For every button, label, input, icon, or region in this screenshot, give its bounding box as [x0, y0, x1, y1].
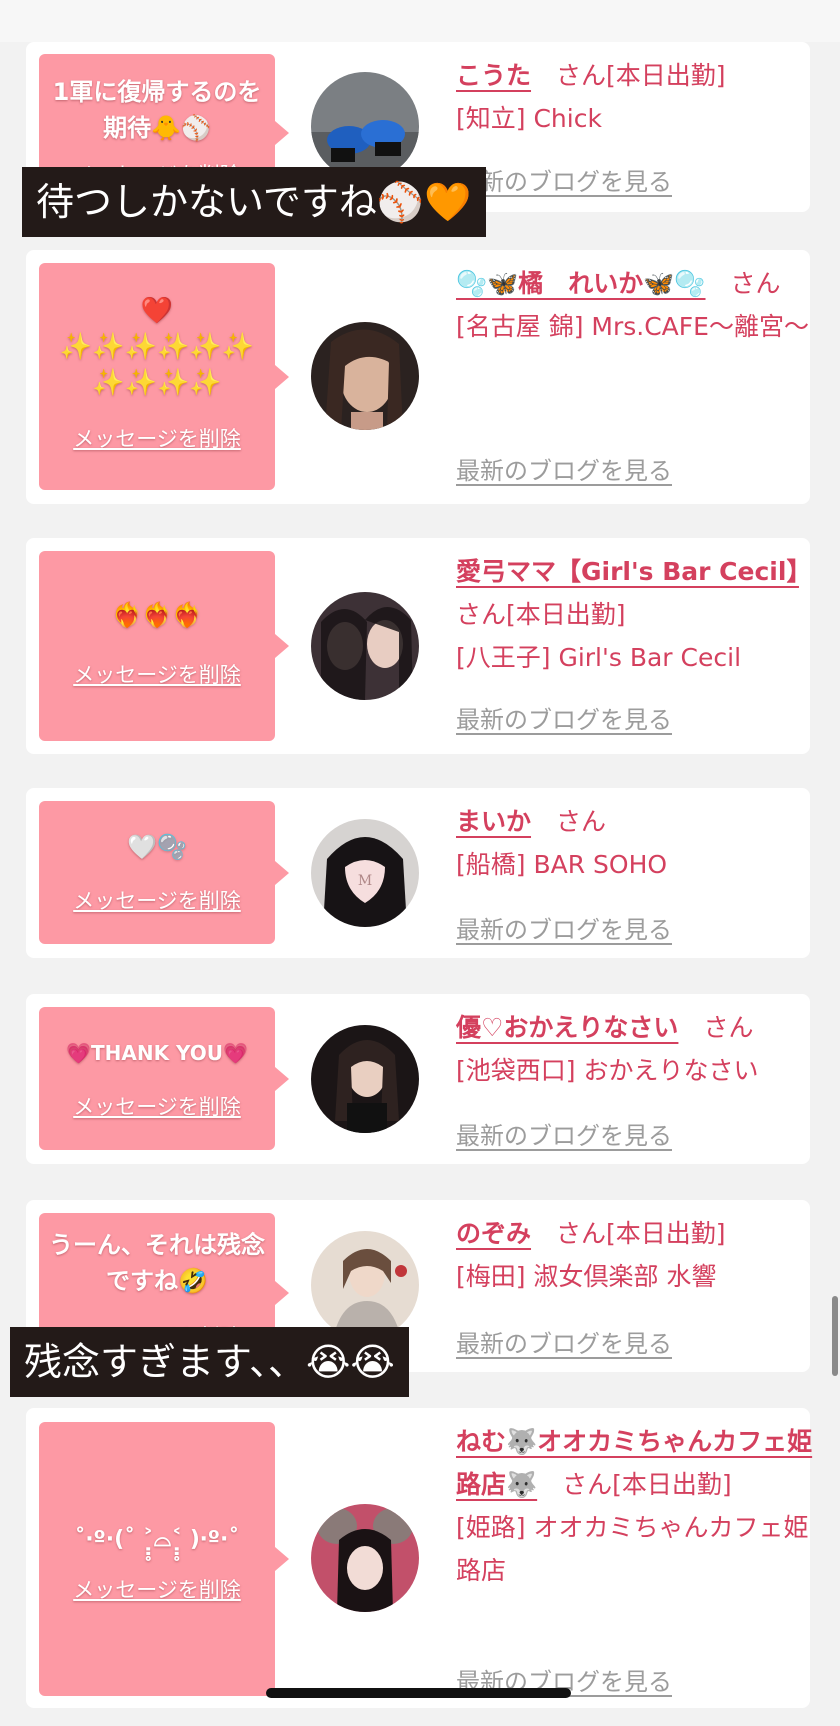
latest-blog-link[interactable]: 最新のブログを見る	[456, 1324, 672, 1359]
honorific: さん	[556, 807, 607, 836]
avatar[interactable]	[311, 72, 419, 180]
message-line: ✨✨✨✨✨✨	[59, 332, 255, 362]
message-card: ❤️‍🔥❤️‍🔥❤️‍🔥 メッセージを削除 愛弓ママ【Girl's Bar Ce…	[26, 538, 810, 754]
shop-name: [名古屋 錦] Mrs.CAFE～離宮～	[456, 312, 809, 341]
cast-info: 🫧🦋橘 れいか🦋🫧 さん [名古屋 錦] Mrs.CAFE～離宮～	[456, 262, 824, 348]
message-card: 💗THANK YOU💗 メッセージを削除 優♡おかえりなさい さん [池袋西口]…	[26, 994, 810, 1164]
cast-info: 愛弓ママ【Girl's Bar Cecil】 さん[本日出勤] [八王子] Gi…	[456, 550, 824, 679]
shop-name: [梅田] 淑女倶楽部 水響	[456, 1262, 717, 1291]
shop-name: [知立] Chick	[456, 104, 602, 133]
latest-blog-link[interactable]: 最新のブログを見る	[456, 1116, 672, 1151]
avatar[interactable]	[311, 1025, 419, 1133]
latest-blog-link[interactable]: 最新のブログを見る	[456, 451, 672, 486]
latest-blog-link[interactable]: 最新のブログを見る	[456, 162, 672, 197]
message-bubble: ❤️ ✨✨✨✨✨✨ ✨✨✨✨ メッセージを削除	[39, 263, 289, 490]
avatar[interactable]	[311, 592, 419, 700]
message-card: 🤍🫧 メッセージを削除 M まいか さん [船橋] BAR SOHO 最新のブロ…	[26, 788, 810, 958]
cast-name-link[interactable]: こうた	[456, 61, 531, 90]
avatar[interactable]	[311, 1504, 419, 1612]
message-card: ❤️ ✨✨✨✨✨✨ ✨✨✨✨ メッセージを削除 🫧🦋橘 れいか🦋🫧 さん [名古…	[26, 250, 810, 504]
message-text: 🤍🫧	[127, 833, 187, 861]
cast-name-link[interactable]: 愛弓ママ【Girl's Bar Cecil】	[456, 557, 799, 586]
message-bubble: ❤️‍🔥❤️‍🔥❤️‍🔥 メッセージを削除	[39, 551, 289, 741]
working-today-badge: [本日出勤]	[606, 1219, 726, 1248]
honorific: さん	[562, 1470, 613, 1499]
shop-name: [姫路] オオカミちゃんカフェ姫路店	[456, 1513, 809, 1585]
message-text: 1軍に復帰するのを期待🐥⚾️	[52, 78, 262, 142]
delete-message-link[interactable]: メッセージを削除	[39, 659, 275, 689]
message-line: ❤️	[140, 296, 174, 326]
delete-message-link[interactable]: メッセージを削除	[39, 1091, 275, 1121]
home-indicator[interactable]	[266, 1688, 571, 1698]
cast-info: 優♡おかえりなさい さん [池袋西口] おかえりなさい	[456, 1006, 824, 1092]
honorific: さん	[556, 61, 607, 90]
honorific: さん	[730, 269, 781, 298]
message-bubble: 💗THANK YOU💗 メッセージを削除	[39, 1007, 289, 1150]
delete-message-link[interactable]: メッセージを削除	[39, 423, 275, 453]
latest-blog-link[interactable]: 最新のブログを見る	[456, 700, 672, 735]
message-bubble: ˚‧º·(˚ ˃̣̣̥⌓˂̣̣̥ )‧º·˚ メッセージを削除	[39, 1422, 289, 1696]
avatar[interactable]	[311, 1231, 419, 1339]
message-bubble: 🤍🫧 メッセージを削除	[39, 801, 289, 944]
cast-info: ねむ🐺オオカミちゃんカフェ姫路店🐺 さん[本日出勤] [姫路] オオカミちゃんカ…	[456, 1420, 824, 1592]
video-caption: 残念すぎます、、😭😭	[10, 1327, 409, 1397]
top-bar	[0, 0, 840, 42]
message-line: ✨✨✨✨	[92, 368, 222, 398]
working-today-badge: [本日出勤]	[606, 61, 726, 90]
delete-message-link[interactable]: メッセージを削除	[39, 885, 275, 915]
shop-name: [八王子] Girl's Bar Cecil	[456, 643, 742, 672]
cast-info: こうた さん[本日出勤] [知立] Chick	[456, 54, 824, 140]
message-text: 💗THANK YOU💗	[66, 1041, 248, 1065]
avatar[interactable]	[311, 322, 419, 430]
message-text: うーん、それは残念ですね🤣	[49, 1231, 265, 1295]
cast-name-link[interactable]: のぞみ	[456, 1219, 531, 1248]
message-text: ❤️ ✨✨✨✨✨✨ ✨✨✨✨	[49, 263, 265, 401]
message-card: ˚‧º·(˚ ˃̣̣̥⌓˂̣̣̥ )‧º·˚ メッセージを削除 ねむ🐺オオカミち…	[26, 1408, 812, 1708]
shop-name: [船橋] BAR SOHO	[456, 850, 668, 879]
cast-name-link[interactable]: まいか	[456, 807, 531, 836]
latest-blog-link[interactable]: 最新のブログを見る	[456, 910, 672, 945]
shop-name: [池袋西口] おかえりなさい	[456, 1056, 759, 1085]
honorific: さん	[456, 600, 507, 629]
working-today-badge: [本日出勤]	[612, 1470, 732, 1499]
video-caption: 待つしかないですね⚾️🧡	[22, 167, 486, 237]
scrollbar[interactable]	[832, 1296, 838, 1376]
working-today-badge: [本日出勤]	[506, 600, 626, 629]
message-text: ❤️‍🔥❤️‍🔥❤️‍🔥	[112, 601, 202, 629]
cast-info: のぞみ さん[本日出勤] [梅田] 淑女倶楽部 水響	[456, 1212, 824, 1298]
cast-name-link[interactable]: 優♡おかえりなさい	[456, 1013, 678, 1042]
cast-name-link[interactable]: 🫧🦋橘 れいか🦋🫧	[456, 269, 706, 298]
message-text: ˚‧º·(˚ ˃̣̣̥⌓˂̣̣̥ )‧º·˚	[74, 1527, 240, 1552]
delete-message-link[interactable]: メッセージを削除	[39, 1574, 275, 1604]
svg-text:M: M	[358, 873, 372, 889]
honorific: さん	[556, 1219, 607, 1248]
avatar[interactable]: M	[311, 819, 419, 927]
cast-info: まいか さん [船橋] BAR SOHO	[456, 800, 824, 886]
honorific: さん	[703, 1013, 754, 1042]
